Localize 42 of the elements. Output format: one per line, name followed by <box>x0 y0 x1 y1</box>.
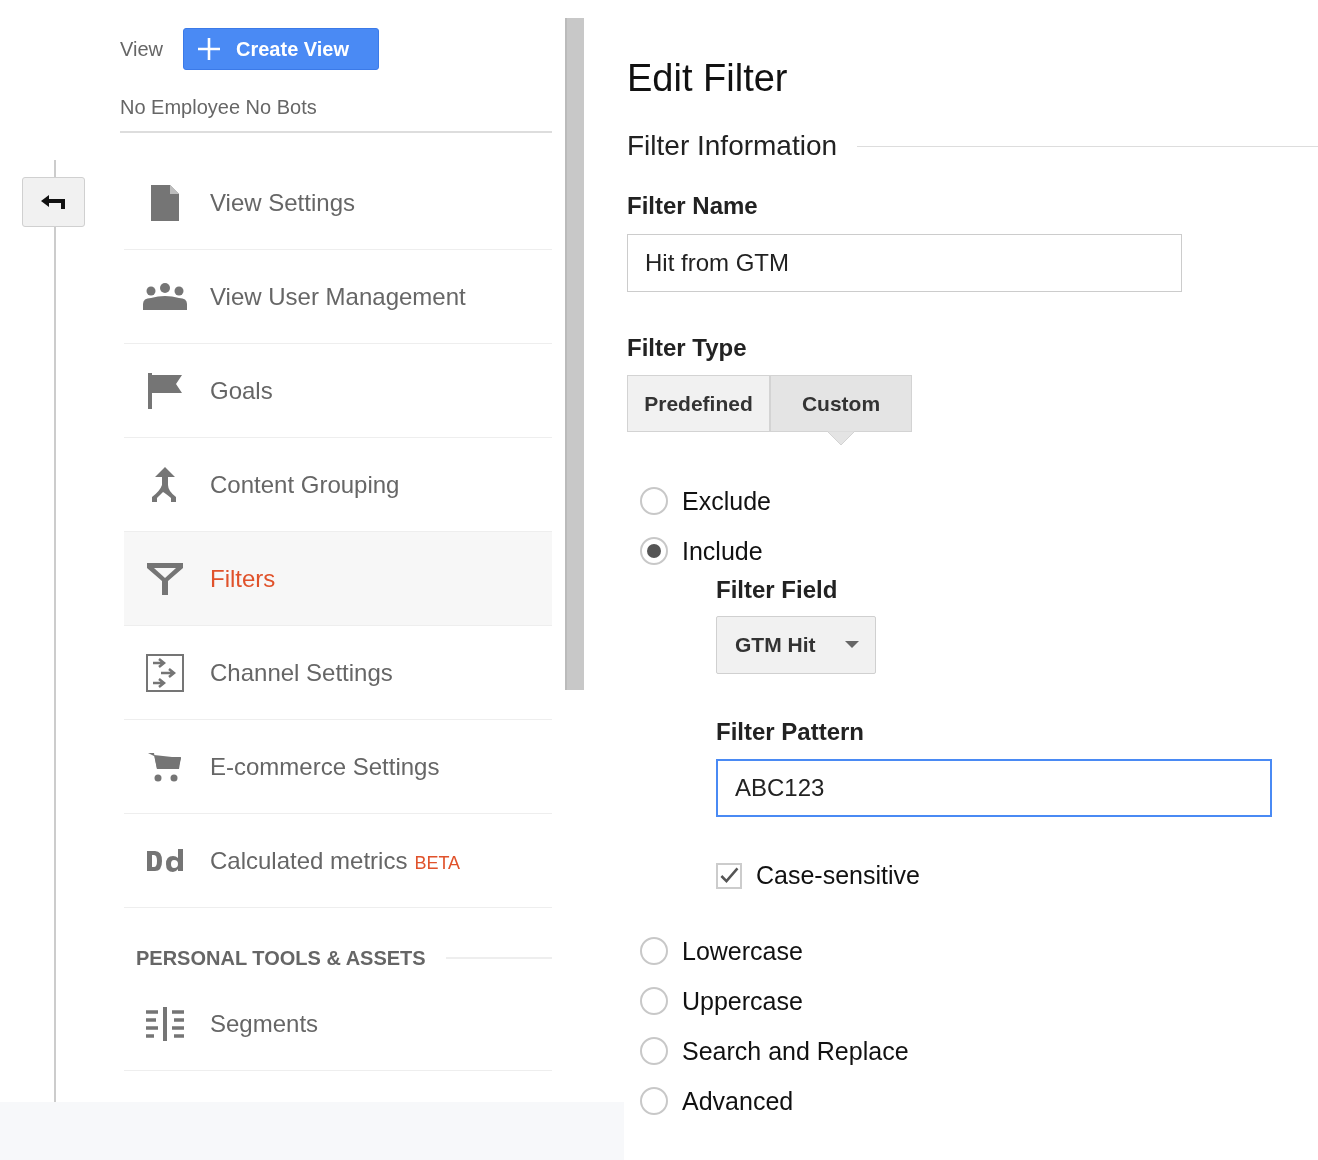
section-heading: PERSONAL TOOLS & ASSETS <box>136 946 426 970</box>
segments-icon <box>144 1006 186 1042</box>
sidebar-item[interactable]: View User Management <box>124 250 552 344</box>
field-label: Filter Type <box>627 334 748 362</box>
radio-option[interactable]: Advanced <box>640 1076 1318 1126</box>
field-label: Filter Name <box>627 192 759 220</box>
beta-label: BETA <box>414 852 461 873</box>
radio-option[interactable]: Uppercase <box>640 976 1318 1026</box>
filter-name-field[interactable]: Hit from GTM <box>627 234 1182 292</box>
people-icon <box>142 281 188 312</box>
view-name: No Employee No Bots <box>120 96 552 133</box>
view-label: View <box>120 37 163 61</box>
radio-option[interactable]: Include <box>640 526 1318 576</box>
field-label: Filter Field <box>716 576 839 604</box>
document-icon <box>148 182 182 223</box>
filter-pattern-field[interactable]: ABC123 <box>716 759 1272 817</box>
sidebar-item[interactable]: Segments <box>124 978 552 1071</box>
scrollbar[interactable] <box>565 18 584 690</box>
filter-type-tab[interactable]: Predefined <box>627 375 770 432</box>
sidebar-item[interactable]: E-commerce Settings <box>124 720 552 814</box>
plus-icon <box>196 36 222 62</box>
filter-field-dropdown[interactable]: GTM Hit <box>716 616 876 674</box>
radio-option[interactable]: Lowercase <box>640 926 1318 976</box>
cart-icon <box>147 750 183 783</box>
radio-option[interactable]: Search and Replace <box>640 1026 1318 1076</box>
sidebar-item[interactable]: Calculated metrics BETA <box>124 814 552 908</box>
pointer-icon <box>827 431 855 446</box>
dropdown-caret-icon <box>845 641 859 649</box>
flag-icon <box>146 370 184 411</box>
sidebar-item[interactable]: Filters <box>124 532 552 626</box>
radio-option[interactable]: Exclude <box>640 476 1318 526</box>
sidebar-item[interactable]: Channel Settings <box>124 626 552 720</box>
filter-icon <box>145 560 185 597</box>
sidebar-item[interactable]: Goals <box>124 344 552 438</box>
section-title: Filter Information <box>627 130 838 162</box>
sidebar-item[interactable]: View Settings <box>124 156 552 250</box>
sliders-icon <box>145 652 185 693</box>
field-label: Filter Pattern <box>716 718 866 746</box>
back-button[interactable] <box>22 177 85 227</box>
case-sensitive-checkbox[interactable]: Case-sensitive <box>716 861 1318 890</box>
dd-letters-icon <box>145 846 185 875</box>
page-title: Edit Filter <box>627 56 789 100</box>
